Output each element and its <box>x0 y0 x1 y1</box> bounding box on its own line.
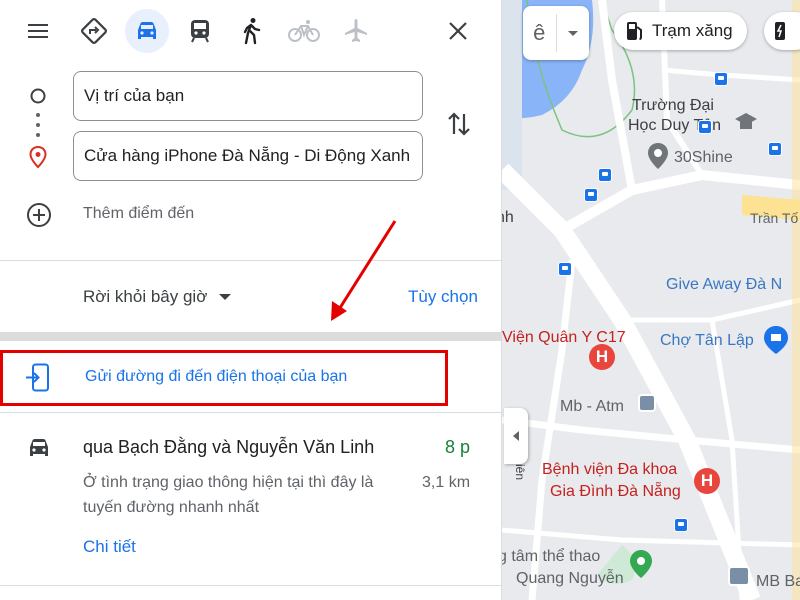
map-label-hospital-2: Gia Đình Đà Nẵng <box>550 483 681 500</box>
swap-icon[interactable] <box>446 110 472 138</box>
mode-transit-button[interactable] <box>178 9 222 53</box>
route-dot <box>36 123 40 127</box>
directions-icon <box>81 18 107 44</box>
route-time: 8 p <box>445 437 471 457</box>
map-label-sport-1: g tâm thể thao <box>502 548 601 565</box>
annotation-arrow <box>331 220 397 321</box>
gas-station-chip[interactable]: Trạm xăng <box>614 12 747 50</box>
leave-now-dropdown[interactable]: Rời khỏi bây giờ <box>83 287 232 307</box>
hospital-pin-icon[interactable]: H <box>589 344 615 370</box>
destination-pin-icon <box>29 146 47 168</box>
sport-pin-icon[interactable] <box>630 550 652 578</box>
map-label-salon: 30Shine <box>674 149 733 166</box>
menu-button[interactable] <box>16 9 60 53</box>
route-car-icon <box>30 439 48 456</box>
map-label-street: Trần Tố <box>750 210 799 226</box>
bus-stop-icon[interactable] <box>584 188 598 202</box>
route-dot <box>36 133 40 137</box>
send-to-phone-label: Gửi đường đi đến điện thoại của bạn <box>85 368 348 385</box>
route-distance: 3,1 km <box>422 474 471 491</box>
bus-stop-icon[interactable] <box>674 518 688 532</box>
map-label-hospital-1: Bệnh viện Đa khoa <box>542 461 678 478</box>
divider <box>0 412 502 413</box>
atm-icon[interactable] <box>638 394 656 412</box>
walk-icon <box>243 18 261 45</box>
options-button[interactable]: Tùy chọn <box>408 287 478 307</box>
travel-mode-bar <box>0 0 502 62</box>
map-canvas <box>502 0 800 600</box>
map-label-ng: nh <box>502 209 514 226</box>
bus-stop-icon[interactable] <box>558 262 572 276</box>
add-destination-button[interactable]: Thêm điểm đến <box>83 205 194 223</box>
map-label-hien: iên <box>513 463 528 481</box>
map-layer-control[interactable]: ê <box>523 6 589 60</box>
close-button[interactable] <box>436 9 480 53</box>
mode-driving-button[interactable] <box>125 9 169 53</box>
ev-charging-chip[interactable] <box>764 12 800 50</box>
send-to-phone-button[interactable]: Gửi đường đi đến điện thoại của bạn <box>0 350 448 406</box>
directions-panel: Vị trí của bạn Cửa hàng iPhone Đà Nẵng -… <box>0 0 502 600</box>
salon-pin-icon[interactable] <box>648 143 668 169</box>
car-icon <box>138 22 156 39</box>
map-label-sport-2: Quang Nguyễn <box>516 570 624 587</box>
mode-walking-button[interactable] <box>230 9 274 53</box>
market-pin-icon[interactable] <box>764 326 788 354</box>
train-icon <box>191 20 209 43</box>
bus-stop-icon[interactable] <box>598 168 612 182</box>
mode-cycling-button[interactable] <box>282 9 326 53</box>
send-to-phone-icon <box>26 363 49 392</box>
map-label-bank: MB Ba <box>756 573 800 590</box>
layer-toggle-button[interactable]: ê <box>523 6 556 60</box>
route-description: Ở tình trạng giao thông hiện tại thì đây… <box>83 474 374 516</box>
airplane-icon <box>345 19 367 42</box>
map-label-market: Chợ Tân Lập <box>660 332 754 349</box>
destination-input[interactable]: Cửa hàng iPhone Đà Nẵng - Di Động Xanh <box>73 131 423 181</box>
chevron-left-icon <box>513 431 519 441</box>
origin-circle-icon <box>30 88 46 104</box>
bicycle-icon <box>288 20 320 42</box>
divider <box>0 260 502 261</box>
map-label-university-1: Trường Đại <box>632 97 714 114</box>
route-details-button[interactable]: Chi tiết <box>83 537 136 557</box>
gas-station-label: Trạm xăng <box>652 21 733 40</box>
ev-charging-icon <box>775 22 785 40</box>
bus-stop-icon[interactable] <box>768 142 782 156</box>
caret-down-icon <box>219 294 232 300</box>
mode-flight-button[interactable] <box>334 9 378 53</box>
gas-station-icon <box>627 22 642 40</box>
mode-best-button[interactable] <box>72 9 116 53</box>
caret-down-icon <box>567 30 578 36</box>
map-label-atm: Mb - Atm <box>560 398 625 415</box>
layer-dropdown-button[interactable] <box>557 6 590 60</box>
origin-input[interactable]: Vị trí của bạn <box>73 71 423 121</box>
section-divider <box>0 332 502 341</box>
close-icon <box>449 22 467 40</box>
add-destination-icon[interactable] <box>26 202 52 228</box>
collapse-panel-button[interactable] <box>504 408 528 464</box>
divider <box>0 585 502 586</box>
bus-stop-icon[interactable] <box>714 72 728 86</box>
bus-stop-icon[interactable] <box>698 120 712 134</box>
map-label-giveaway: Give Away Đà N <box>666 276 783 293</box>
leave-now-label: Rời khỏi bây giờ <box>83 287 208 306</box>
route-dot <box>36 113 40 117</box>
bank-icon[interactable] <box>728 566 750 586</box>
map-view[interactable]: nh Xa Trường Đại Học Duy Tân 30Shine Trầ… <box>502 0 800 600</box>
school-icon <box>735 113 757 129</box>
menu-icon <box>28 24 48 38</box>
hospital-pin-icon[interactable]: H <box>694 468 720 494</box>
route-title[interactable]: qua Bạch Đằng và Nguyễn Văn Linh <box>83 437 374 458</box>
